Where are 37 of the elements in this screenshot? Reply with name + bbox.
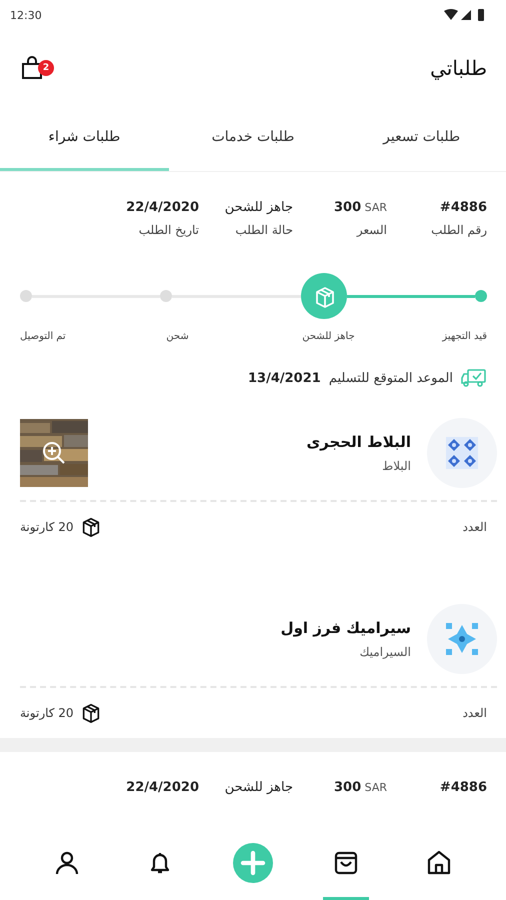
tab[interactable]: طلبات خدمات: [168, 105, 338, 171]
step-label: شحن: [166, 331, 189, 342]
field-value: جاهز للشحن: [224, 200, 293, 215]
product-name: البلاط الحجرى: [305, 433, 411, 451]
field-value: جاهز للشحن: [224, 780, 293, 795]
quantity-label: العدد: [462, 520, 487, 534]
field-value: #4886: [438, 200, 487, 215]
product-category: السيراميك: [358, 645, 411, 659]
step-label: جاهز للشحن: [302, 331, 355, 342]
truck-icon: [461, 368, 487, 388]
order-price: 300 SAR: [334, 200, 387, 215]
bag-icon[interactable]: [20, 56, 44, 80]
zoom-icon[interactable]: [42, 441, 66, 465]
quantity-value: 20 كارتونة: [20, 706, 74, 720]
field-label: حالة الطلب: [234, 223, 293, 237]
clock-time: 12:30: [10, 8, 42, 22]
tile-icon: [427, 604, 497, 674]
delivery-date: 13/4/2021: [248, 370, 321, 386]
order-price: 300 SAR: [334, 780, 387, 795]
delivery-label: الموعد المتوقع للتسليم: [328, 370, 453, 386]
tile-icon: [427, 418, 497, 488]
field-value: #4886: [438, 780, 487, 795]
step-label: قيد التجهيز: [442, 331, 487, 342]
field-label: السعر: [355, 223, 387, 237]
field-value: 22/4/2020: [125, 780, 199, 795]
tab[interactable]: طلبات تسعير: [337, 105, 506, 171]
quantity-value: 20 كارتونة: [20, 520, 74, 534]
step-label: تم التوصيل: [20, 331, 66, 342]
page-title: طلباتي: [430, 56, 487, 80]
field-label: تاريخ الطلب: [138, 223, 199, 237]
product-category: البلاط: [381, 459, 411, 473]
cart-badge: 2: [38, 60, 54, 76]
field-value: 22/4/2020: [125, 200, 199, 215]
tab[interactable]: طلبات شراء: [0, 105, 169, 171]
product-name: سيراميك فرز اول: [280, 619, 411, 637]
quantity-label: العدد: [462, 706, 487, 720]
field-label: رقم الطلب: [430, 223, 487, 237]
